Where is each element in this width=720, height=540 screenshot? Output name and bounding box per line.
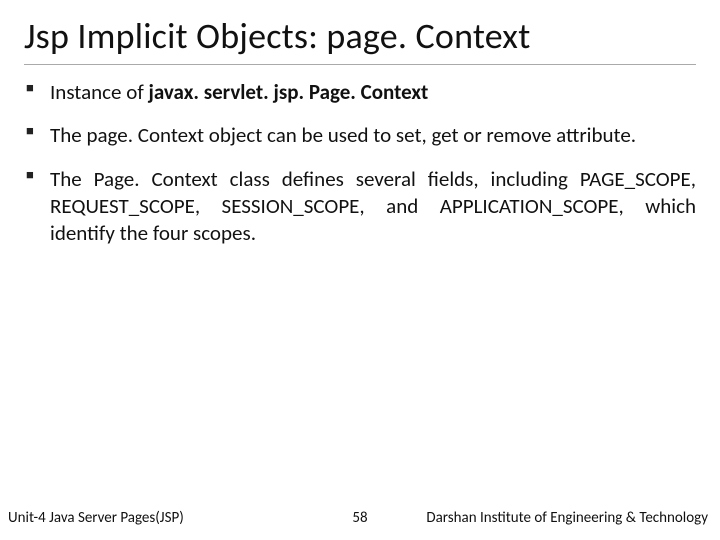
slide: Jsp Implicit Objects: page. Context Inst… [0, 0, 720, 540]
slide-body: Instance of javax. servlet. jsp. Page. C… [24, 79, 696, 247]
footer-right: Darshan Institute of Engineering & Techn… [426, 509, 708, 527]
footer: Unit-4 Java Server Pages(JSP) 58 Darshan… [0, 506, 720, 530]
bullet-1-prefix: Instance of [50, 79, 148, 105]
bullet-1-bold: javax. servlet. jsp. Page. Context [148, 79, 428, 105]
bullet-list: Instance of javax. servlet. jsp. Page. C… [24, 79, 696, 247]
bullet-item-2: The page. Context object can be used to … [24, 122, 696, 149]
bullet-item-1: Instance of javax. servlet. jsp. Page. C… [24, 79, 696, 106]
slide-title: Jsp Implicit Objects: page. Context [24, 14, 696, 65]
footer-left: Unit-4 Java Server Pages(JSP) [8, 509, 184, 527]
bullet-item-3: The Page. Context class defines several … [24, 166, 696, 248]
